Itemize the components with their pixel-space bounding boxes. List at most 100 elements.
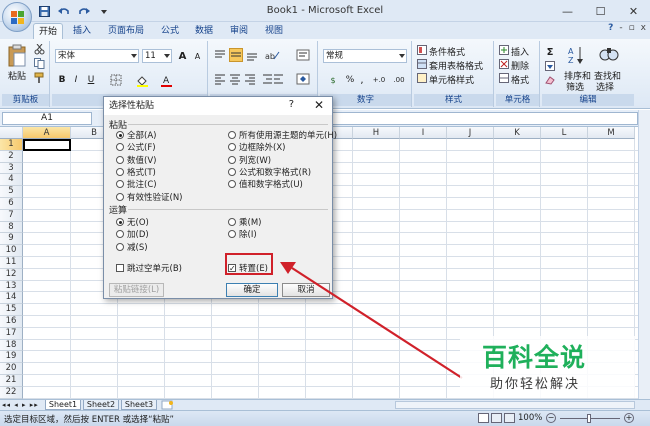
operation-left-radio[interactable]	[116, 230, 124, 239]
maximize-button[interactable]: ☐	[584, 0, 617, 22]
row-header[interactable]: 15	[0, 304, 23, 316]
operation-right-option[interactable]: 乘(M)	[228, 216, 261, 228]
insert-cells-button[interactable]: 插入	[511, 45, 529, 58]
align-top-icon[interactable]	[214, 49, 226, 61]
paste-right-option[interactable]: 值和数字格式(U)	[228, 178, 303, 190]
delete-cells-button[interactable]: 删除	[511, 59, 529, 72]
row-header[interactable]: 6	[0, 198, 23, 210]
close-button[interactable]: ✕	[617, 0, 650, 22]
page-break-view-icon[interactable]	[504, 413, 515, 423]
row-header[interactable]: 10	[0, 245, 23, 257]
column-header[interactable]: A	[23, 127, 71, 139]
format-cells-button[interactable]: 格式	[511, 73, 529, 86]
minimize-button[interactable]: —	[551, 0, 584, 22]
paste-right-option[interactable]: 边框除外(X)	[228, 141, 285, 153]
row-header[interactable]: 18	[0, 339, 23, 352]
row-header[interactable]: 4	[0, 174, 23, 187]
column-header[interactable]: M	[588, 127, 635, 139]
cell-styles-button[interactable]: 单元格样式	[429, 73, 474, 86]
paste-left-option[interactable]: 格式(T)	[116, 166, 156, 178]
number-format-combo[interactable]: 常规	[323, 49, 407, 63]
cancel-button[interactable]: 取消	[282, 283, 330, 297]
paste-left-radio[interactable]	[116, 155, 124, 164]
paste-right-option[interactable]: 列宽(W)	[228, 154, 271, 166]
operation-right-radio[interactable]	[228, 218, 236, 226]
zoom-out-icon[interactable]: −	[546, 413, 556, 423]
format-as-table-button[interactable]: 套用表格格式	[429, 59, 483, 72]
indent-icon[interactable]	[262, 73, 284, 85]
font-size-combo[interactable]: 11	[142, 49, 172, 63]
horizontal-scrollbar[interactable]	[395, 401, 635, 409]
comma-button[interactable]: ,	[357, 73, 367, 87]
active-cell-a1[interactable]	[23, 139, 71, 151]
ribbon-minimize-button[interactable]: -	[619, 23, 622, 33]
paste-right-option[interactable]: 所有使用源主题的单元(H)	[228, 129, 337, 141]
row-header[interactable]: 1	[0, 139, 23, 151]
zoom-in-icon[interactable]: +	[624, 413, 634, 423]
underline-button[interactable]: U	[84, 73, 98, 87]
paste-left-option[interactable]: 全部(A)	[116, 129, 156, 141]
select-all-corner[interactable]	[0, 127, 23, 139]
decrease-decimal-button[interactable]: .00	[390, 73, 408, 87]
row-header[interactable]: 5	[0, 186, 23, 198]
sheet-tab-1[interactable]: Sheet1	[45, 400, 81, 410]
tab-view[interactable]: 视图	[260, 23, 288, 39]
fill-color-icon[interactable]	[134, 73, 150, 87]
sheet-tab-2[interactable]: Sheet2	[83, 400, 119, 410]
font-name-combo[interactable]: 宋体	[55, 49, 139, 63]
dialog-help-button[interactable]: ?	[289, 99, 294, 110]
operation-right-option[interactable]: 除(I)	[228, 228, 257, 240]
ok-button[interactable]: 确定	[226, 283, 278, 297]
paste-label[interactable]: 粘贴	[8, 69, 26, 82]
dialog-close-button[interactable]: ✕	[314, 98, 324, 112]
align-left-icon[interactable]	[214, 73, 226, 85]
borders-icon[interactable]	[108, 73, 124, 87]
column-header[interactable]: K	[494, 127, 541, 139]
row-header[interactable]: 17	[0, 327, 23, 340]
tab-home[interactable]: 开始	[33, 23, 63, 39]
paste-left-radio[interactable]	[116, 143, 124, 152]
row-header[interactable]: 8	[0, 221, 23, 234]
row-header[interactable]: 2	[0, 150, 23, 163]
column-header[interactable]: J	[447, 127, 494, 139]
paste-right-radio[interactable]	[228, 143, 236, 152]
sheet-nav-arrows-icon[interactable]: ◂◂ ◂ ▸ ▸▸	[2, 401, 39, 409]
paste-icon[interactable]	[6, 44, 28, 68]
operation-left-radio[interactable]	[116, 218, 124, 226]
row-header[interactable]: 14	[0, 292, 23, 305]
bold-button[interactable]: B	[56, 73, 68, 87]
vertical-scrollbar[interactable]	[638, 110, 650, 399]
paste-right-option[interactable]: 公式和数字格式(R)	[228, 166, 311, 178]
column-header[interactable]: L	[541, 127, 588, 139]
tab-page-layout[interactable]: 页面布局	[104, 23, 148, 39]
operation-left-option[interactable]: 无(O)	[116, 216, 149, 228]
formula-input[interactable]	[330, 112, 638, 125]
operation-left-option[interactable]: 减(S)	[116, 241, 148, 253]
row-header[interactable]: 11	[0, 257, 23, 269]
find-select-label-2[interactable]: 选择	[596, 80, 614, 93]
conditional-format-button[interactable]: 条件格式	[429, 45, 465, 58]
column-header[interactable]: I	[400, 127, 447, 139]
normal-view-icon[interactable]	[478, 413, 489, 423]
paste-right-radio[interactable]	[228, 155, 236, 164]
ribbon-restore-button[interactable]: ▫	[629, 23, 635, 33]
operation-left-option[interactable]: 加(D)	[116, 228, 149, 240]
row-header[interactable]: 12	[0, 268, 23, 281]
operation-right-radio[interactable]	[228, 230, 236, 239]
font-color-icon[interactable]: A	[158, 73, 174, 87]
office-button[interactable]	[2, 2, 32, 32]
shrink-font-button[interactable]: A	[191, 49, 204, 63]
row-header[interactable]: 20	[0, 363, 23, 375]
row-header[interactable]: 9	[0, 233, 23, 246]
currency-button[interactable]: $	[324, 73, 342, 87]
row-header[interactable]: 19	[0, 351, 23, 364]
align-middle-icon[interactable]	[229, 48, 243, 62]
paste-right-radio[interactable]	[228, 180, 236, 189]
zoom-level[interactable]: 100%	[518, 413, 542, 423]
percent-button[interactable]: %	[344, 73, 356, 87]
tab-insert[interactable]: 插入	[68, 23, 96, 39]
increase-decimal-button[interactable]: +.0	[370, 73, 388, 87]
paste-link-button[interactable]: 粘贴链接(L)	[109, 283, 164, 297]
paste-left-radio[interactable]	[116, 180, 124, 189]
paste-right-radio[interactable]	[228, 131, 236, 139]
